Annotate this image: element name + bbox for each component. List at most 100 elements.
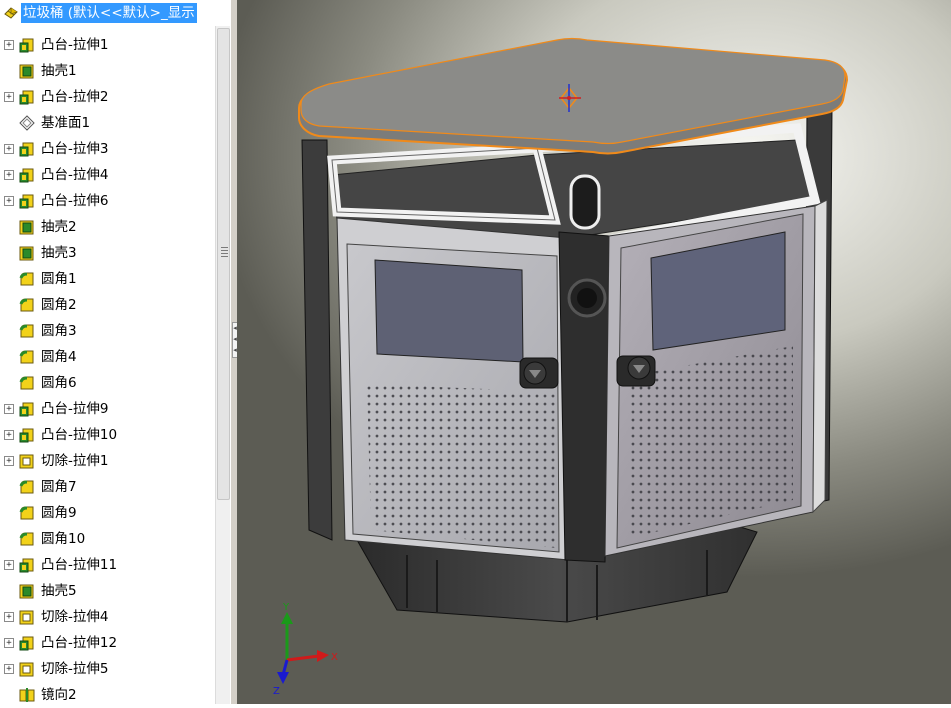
shell-icon	[19, 63, 35, 79]
expand-toggle-icon[interactable]: +	[4, 638, 14, 648]
feature-tree-item[interactable]: 圆角2	[0, 292, 215, 318]
boss-extrude-icon	[19, 427, 35, 443]
feature-tree-item[interactable]: + 切除-拉伸1	[0, 448, 215, 474]
feature-tree-item[interactable]: 抽壳1	[0, 58, 215, 84]
tree-root-label[interactable]: 垃圾桶 (默认<<默认>_显示	[21, 3, 197, 23]
feature-tree-item-label: 圆角2	[41, 297, 77, 313]
expand-toggle-icon[interactable]: +	[4, 404, 14, 414]
part-icon	[3, 5, 19, 25]
feature-tree-item[interactable]: 圆角4	[0, 344, 215, 370]
feature-tree-item-label: 凸台-拉伸4	[41, 167, 109, 183]
boss-extrude-icon	[19, 401, 35, 417]
fillet-icon	[19, 531, 35, 547]
triad-x-label: X	[331, 652, 338, 663]
feature-tree-item-label: 圆角7	[41, 479, 77, 495]
expand-toggle-icon[interactable]: +	[4, 170, 14, 180]
boss-extrude-icon	[19, 89, 35, 105]
scrollbar-grip-icon	[221, 247, 228, 257]
feature-tree-item[interactable]: + 切除-拉伸5	[0, 656, 215, 682]
feature-tree-item-label: 凸台-拉伸2	[41, 89, 109, 105]
feature-tree-item[interactable]: 镜向2	[0, 682, 215, 704]
feature-tree-item[interactable]: 抽壳5	[0, 578, 215, 604]
view-orientation-triad: X Y Z	[273, 602, 338, 697]
expand-toggle-icon[interactable]: +	[4, 196, 14, 206]
feature-tree-item[interactable]: + 凸台-拉伸11	[0, 552, 215, 578]
feature-tree-item-label: 基准面1	[41, 115, 91, 131]
feature-tree-item-label: 凸台-拉伸1	[41, 37, 109, 53]
triad-y-label: Y	[282, 602, 290, 613]
tree-root-part[interactable]: 垃圾桶 (默认<<默认>_显示	[0, 0, 231, 26]
feature-tree-item-label: 圆角1	[41, 271, 77, 287]
feature-tree-item[interactable]: 圆角7	[0, 474, 215, 500]
expand-toggle-icon[interactable]: +	[4, 456, 14, 466]
feature-tree-item-label: 凸台-拉伸3	[41, 141, 109, 157]
mirror-icon	[19, 687, 35, 703]
feature-tree-item[interactable]: + 凸台-拉伸9	[0, 396, 215, 422]
triad-z-label: Z	[273, 686, 280, 697]
model-render: X Y Z	[273, 37, 849, 697]
feature-tree-item[interactable]: + 凸台-拉伸3	[0, 136, 215, 162]
right-door-lock	[616, 355, 656, 387]
feature-tree-item-label: 凸台-拉伸6	[41, 193, 109, 209]
feature-tree-item-label: 抽壳1	[41, 63, 77, 79]
fillet-icon	[19, 505, 35, 521]
boss-extrude-icon	[19, 141, 35, 157]
feature-manager-tree: 垃圾桶 (默认<<默认>_显示 + 凸台-拉伸1 抽壳1 + 凸台-拉伸2 基准面1 + 凸台…	[0, 0, 232, 704]
feature-tree-item[interactable]: 圆角10	[0, 526, 215, 552]
feature-tree-item-label: 抽壳3	[41, 245, 77, 261]
feature-tree-item[interactable]: + 凸台-拉伸10	[0, 422, 215, 448]
expand-toggle-icon[interactable]: +	[4, 92, 14, 102]
shell-icon	[19, 219, 35, 235]
top-lid-selected	[298, 37, 849, 155]
feature-tree-item-label: 切除-拉伸5	[41, 661, 109, 677]
feature-tree-item[interactable]: 圆角1	[0, 266, 215, 292]
feature-tree-item-label: 切除-拉伸4	[41, 609, 109, 625]
feature-tree-item[interactable]: 抽壳2	[0, 214, 215, 240]
expand-toggle-icon[interactable]: +	[4, 430, 14, 440]
left-door	[336, 217, 570, 561]
feature-tree-item[interactable]: 抽壳3	[0, 240, 215, 266]
feature-tree-item[interactable]: + 凸台-拉伸1	[0, 32, 215, 58]
feature-tree-item-label: 圆角6	[41, 375, 77, 391]
right-door	[604, 199, 828, 557]
feature-tree-item-label: 抽壳5	[41, 583, 77, 599]
graphics-viewport[interactable]: X Y Z	[237, 0, 951, 704]
feature-tree-item-label: 凸台-拉伸12	[41, 635, 118, 651]
plane-icon	[19, 115, 35, 131]
boss-extrude-icon	[19, 557, 35, 573]
feature-tree-item[interactable]: + 凸台-拉伸2	[0, 84, 215, 110]
expand-toggle-icon[interactable]: +	[4, 560, 14, 570]
tree-vertical-scrollbar[interactable]	[215, 26, 230, 704]
cut-extrude-icon	[19, 453, 35, 469]
boss-extrude-icon	[19, 193, 35, 209]
feature-tree-item[interactable]: + 切除-拉伸4	[0, 604, 215, 630]
feature-tree-item-label: 圆角9	[41, 505, 77, 521]
feature-tree-item[interactable]: + 凸台-拉伸12	[0, 630, 215, 656]
feature-tree-item-label: 抽壳2	[41, 219, 77, 235]
expand-toggle-icon[interactable]: +	[4, 664, 14, 674]
feature-tree-item-label: 凸台-拉伸9	[41, 401, 109, 417]
feature-tree-item[interactable]: + 凸台-拉伸6	[0, 188, 215, 214]
fillet-icon	[19, 271, 35, 287]
feature-tree-item-label: 凸台-拉伸11	[41, 557, 118, 573]
boss-extrude-icon	[19, 37, 35, 53]
feature-tree-item[interactable]: 圆角3	[0, 318, 215, 344]
fillet-icon	[19, 375, 35, 391]
feature-tree-item-label: 圆角10	[41, 531, 86, 547]
expand-toggle-icon[interactable]: +	[4, 144, 14, 154]
scrollbar-thumb[interactable]	[217, 28, 230, 500]
fillet-icon	[19, 479, 35, 495]
boss-extrude-icon	[19, 635, 35, 651]
feature-tree-item[interactable]: 圆角9	[0, 500, 215, 526]
feature-tree-item[interactable]: + 凸台-拉伸4	[0, 162, 215, 188]
feature-tree-item[interactable]: 圆角6	[0, 370, 215, 396]
expand-toggle-icon[interactable]: +	[4, 612, 14, 622]
feature-tree-item[interactable]: 基准面1	[0, 110, 215, 136]
feature-tree-item-label: 切除-拉伸1	[41, 453, 109, 469]
cut-extrude-icon	[19, 661, 35, 677]
feature-tree-item-label: 圆角3	[41, 323, 77, 339]
expand-toggle-icon[interactable]: +	[4, 40, 14, 50]
cut-extrude-icon	[19, 609, 35, 625]
left-door-lock	[519, 357, 559, 389]
center-column	[558, 174, 610, 563]
